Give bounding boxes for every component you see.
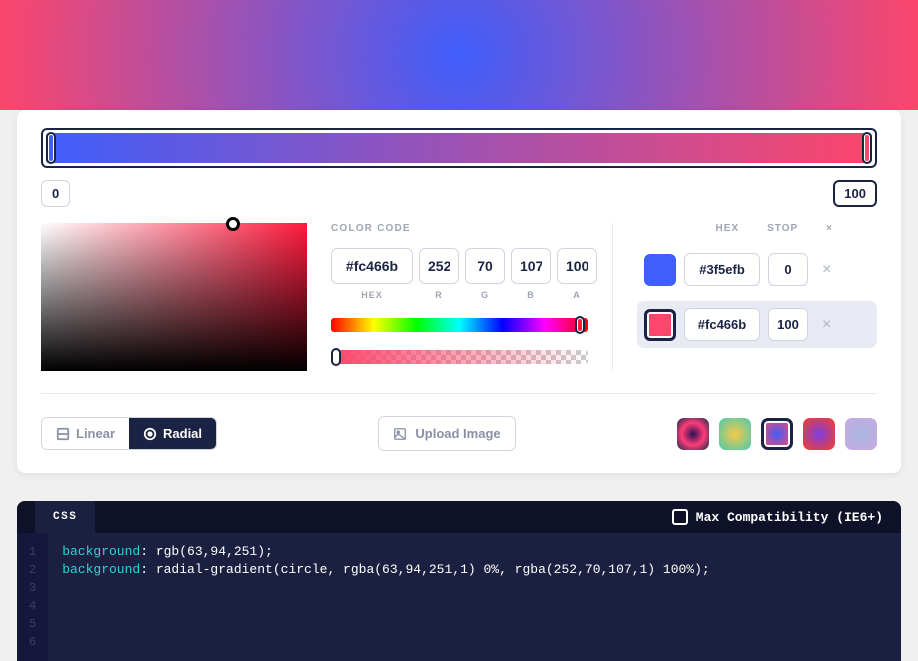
image-icon (393, 427, 407, 441)
line-numbers: 123456 (17, 533, 48, 661)
stop-pos-input[interactable] (768, 253, 808, 286)
r-input[interactable] (419, 248, 459, 284)
css-tab[interactable]: CSS (35, 501, 95, 533)
gradient-bar[interactable] (41, 128, 877, 168)
saturation-cursor[interactable] (226, 217, 240, 231)
stop-position-left[interactable]: 0 (41, 180, 70, 207)
stop-position-row: 0 100 (41, 180, 877, 207)
alpha-slider[interactable] (331, 350, 588, 364)
color-code-label: COLOR CODE (331, 223, 588, 234)
g-input[interactable] (465, 248, 505, 284)
upload-image-button[interactable]: Upload Image (378, 416, 515, 451)
stop-pos-input[interactable] (768, 308, 808, 341)
hue-cursor[interactable] (575, 316, 585, 334)
code-content[interactable]: background: rgb(63,94,251);background: r… (48, 533, 724, 661)
saturation-picker[interactable] (41, 223, 307, 371)
compat-checkbox[interactable]: Max Compatibility (IE6+) (672, 509, 883, 525)
stops-list: HEX STOP × × × (637, 223, 877, 371)
stop-row-0[interactable]: × (637, 246, 877, 293)
stops-header-delete: × (826, 223, 833, 234)
b-input[interactable] (511, 248, 551, 284)
linear-icon (56, 427, 70, 441)
a-input[interactable] (557, 248, 597, 284)
stop-hex-input[interactable] (684, 253, 760, 286)
color-code-section: COLOR CODE HEX R G B (331, 223, 588, 371)
linear-button[interactable]: Linear (42, 418, 129, 449)
stop-swatch[interactable] (644, 309, 676, 341)
stop-position-right[interactable]: 100 (833, 180, 877, 207)
stop-handle-1[interactable] (862, 132, 872, 164)
checkbox-icon (672, 509, 688, 525)
gradient-type-toggle: Linear Radial (41, 417, 217, 450)
preset-3[interactable] (803, 418, 835, 450)
code-output-panel: CSS Max Compatibility (IE6+) 123456 back… (17, 501, 901, 661)
alpha-cursor[interactable] (331, 348, 341, 366)
delete-stop-button[interactable]: × (822, 317, 838, 333)
stops-header-hex: HEX (716, 223, 740, 234)
preset-list (677, 418, 877, 450)
stop-swatch[interactable] (644, 254, 676, 286)
stops-header-stop: STOP (767, 223, 798, 234)
hex-input[interactable] (331, 248, 413, 284)
stop-row-1[interactable]: × (637, 301, 877, 348)
radial-icon (143, 427, 157, 441)
radial-button[interactable]: Radial (129, 418, 216, 449)
stop-hex-input[interactable] (684, 308, 760, 341)
preset-4[interactable] (845, 418, 877, 450)
stop-handle-0[interactable] (46, 132, 56, 164)
gradient-preview (0, 0, 918, 110)
hue-slider[interactable] (331, 318, 588, 332)
preset-0[interactable] (677, 418, 709, 450)
editor-panel: 0 100 COLOR CODE HEX R G (17, 110, 901, 473)
preset-1[interactable] (719, 418, 751, 450)
delete-stop-button[interactable]: × (822, 262, 838, 278)
preset-2[interactable] (761, 418, 793, 450)
